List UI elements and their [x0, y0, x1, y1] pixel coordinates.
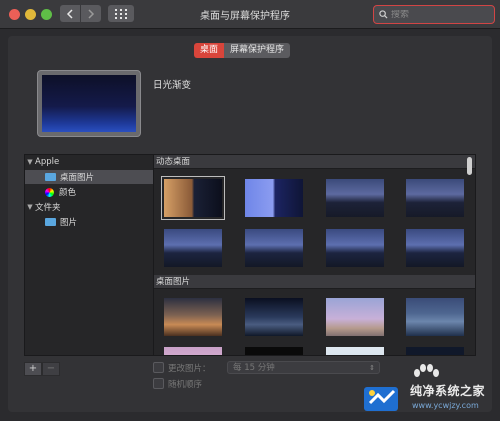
wallpaper-thumbnail[interactable]	[326, 347, 384, 355]
wallpaper-thumbnail[interactable]	[164, 298, 222, 336]
sidebar-item-label: 颜色	[59, 188, 77, 198]
watermark-url: www.ycwjzy.com	[412, 401, 479, 410]
interval-popup[interactable]: 每 15 分钟 ⇕	[227, 361, 380, 374]
change-picture-row: 更改图片：	[153, 362, 211, 374]
random-order-row: 随机顺序	[153, 378, 203, 390]
tab-bar: 桌面 屏幕保护程序	[194, 43, 291, 58]
window-title: 桌面与屏幕保护程序	[200, 11, 290, 22]
sidebar-group-apple[interactable]: ▼ Apple	[25, 155, 153, 169]
preview-image	[42, 75, 136, 132]
wallpaper-thumbnail[interactable]	[326, 298, 384, 336]
gallery-scrollbar[interactable]	[467, 157, 472, 175]
wallpaper-thumbnail[interactable]	[245, 347, 303, 355]
wallpaper-thumbnail[interactable]	[164, 347, 222, 355]
close-button[interactable]	[9, 9, 20, 20]
change-picture-checkbox[interactable]	[153, 362, 164, 373]
sidebar-item-label: 桌面图片	[60, 173, 95, 183]
wallpaper-thumbnail[interactable]	[406, 179, 464, 217]
wallpaper-thumbnail[interactable]	[326, 179, 384, 217]
wallpaper-thumbnail[interactable]	[326, 229, 384, 267]
tab-screensaver[interactable]: 屏幕保护程序	[224, 43, 291, 58]
wallpaper-thumbnail[interactable]	[406, 347, 464, 355]
sidebar-group-folders[interactable]: ▼ 文件夹	[25, 200, 153, 214]
back-button[interactable]	[60, 5, 80, 22]
remove-folder-button[interactable]: −	[42, 362, 60, 376]
disclosure-triangle-icon[interactable]: ▼	[25, 158, 35, 166]
wallpaper-thumbnail[interactable]	[406, 229, 464, 267]
grid-icon	[115, 8, 127, 19]
color-wheel-icon	[45, 187, 54, 197]
wallpaper-gallery: 动态桌面 桌面图片	[153, 154, 476, 356]
sidebar-group-label: 文件夹	[35, 203, 61, 213]
folder-icon	[45, 173, 56, 181]
wallpaper-thumbnail[interactable]	[161, 176, 225, 220]
sidebar-item-pictures[interactable]: 图片	[25, 215, 153, 229]
disclosure-triangle-icon[interactable]: ▼	[25, 203, 35, 211]
title-bar: 桌面与屏幕保护程序	[0, 0, 500, 29]
search-field[interactable]	[373, 5, 495, 24]
chevron-right-icon	[88, 8, 95, 19]
add-remove-buttons: + −	[24, 362, 60, 376]
sidebar-item-desktop-pictures[interactable]: 桌面图片	[25, 170, 153, 184]
zoom-button[interactable]	[41, 9, 52, 20]
paw-watermark-icon	[414, 364, 439, 377]
wallpaper-thumbnail[interactable]	[406, 298, 464, 336]
sidebar-group-label: Apple	[35, 157, 60, 167]
minimize-button[interactable]	[25, 9, 36, 20]
up-down-arrows-icon: ⇕	[369, 364, 375, 372]
random-order-checkbox[interactable]	[153, 378, 164, 389]
folder-icon	[45, 218, 56, 226]
wallpaper-thumbnail[interactable]	[245, 229, 303, 267]
section-header-pictures: 桌面图片	[154, 275, 475, 289]
tab-desktop[interactable]: 桌面	[194, 43, 225, 58]
source-list: ▼ Apple 桌面图片 颜色 ▼ 文件夹 图片	[24, 154, 154, 356]
watermark-brand: 纯净系统之家	[410, 384, 486, 398]
sidebar-item-colors[interactable]: 颜色	[25, 185, 153, 199]
sidebar-item-label: 图片	[60, 218, 78, 228]
random-order-label: 随机顺序	[168, 379, 203, 390]
interval-value: 每 15 分钟	[233, 363, 275, 373]
brand-logo-icon	[364, 387, 398, 411]
forward-button[interactable]	[81, 5, 101, 22]
preview-title: 日光渐变	[153, 80, 192, 91]
wallpaper-thumbnail[interactable]	[245, 298, 303, 336]
section-header-dynamic: 动态桌面	[154, 155, 475, 169]
chevron-left-icon	[66, 8, 73, 19]
add-folder-button[interactable]: +	[24, 362, 42, 376]
change-picture-label: 更改图片：	[168, 363, 211, 374]
wallpaper-thumbnail[interactable]	[245, 179, 303, 217]
search-input[interactable]	[391, 9, 481, 20]
search-icon	[379, 10, 388, 19]
wallpaper-thumbnail[interactable]	[164, 229, 222, 267]
desktop-preview	[37, 70, 141, 137]
show-all-button[interactable]	[108, 5, 134, 22]
